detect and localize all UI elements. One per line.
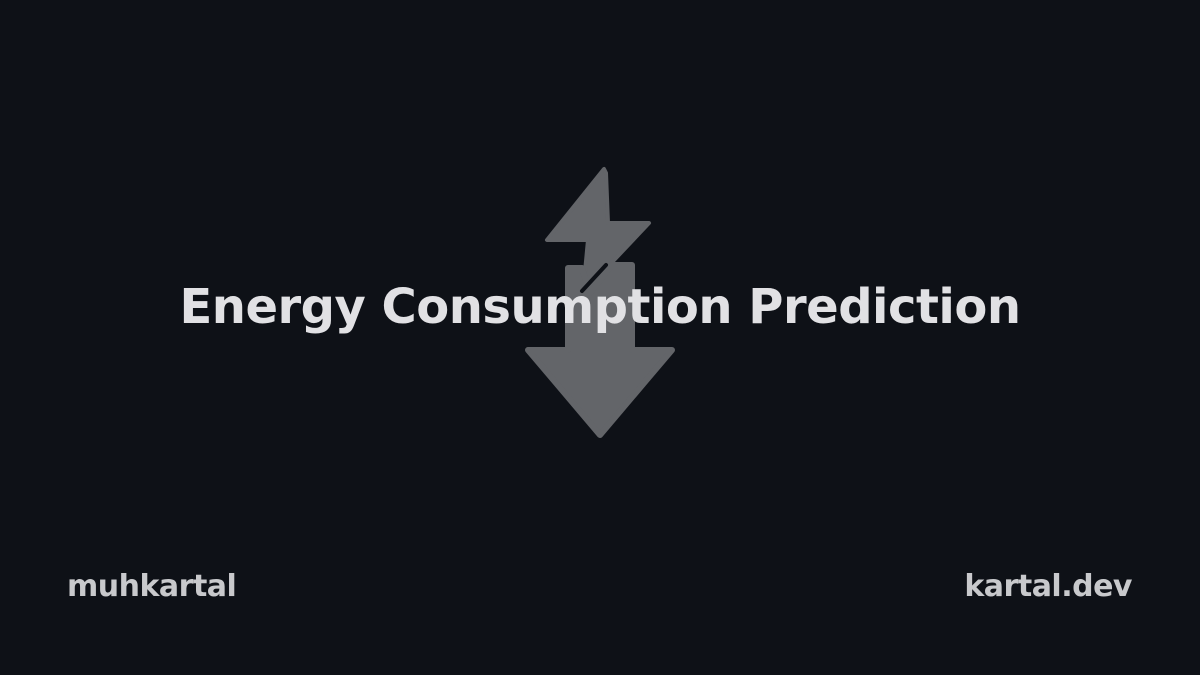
page-title: Energy Consumption Prediction xyxy=(179,279,1021,335)
social-card: Energy Consumption Prediction muhkartal … xyxy=(0,0,1200,675)
site-link[interactable]: kartal.dev xyxy=(964,568,1132,606)
author-handle: muhkartal xyxy=(67,569,237,604)
